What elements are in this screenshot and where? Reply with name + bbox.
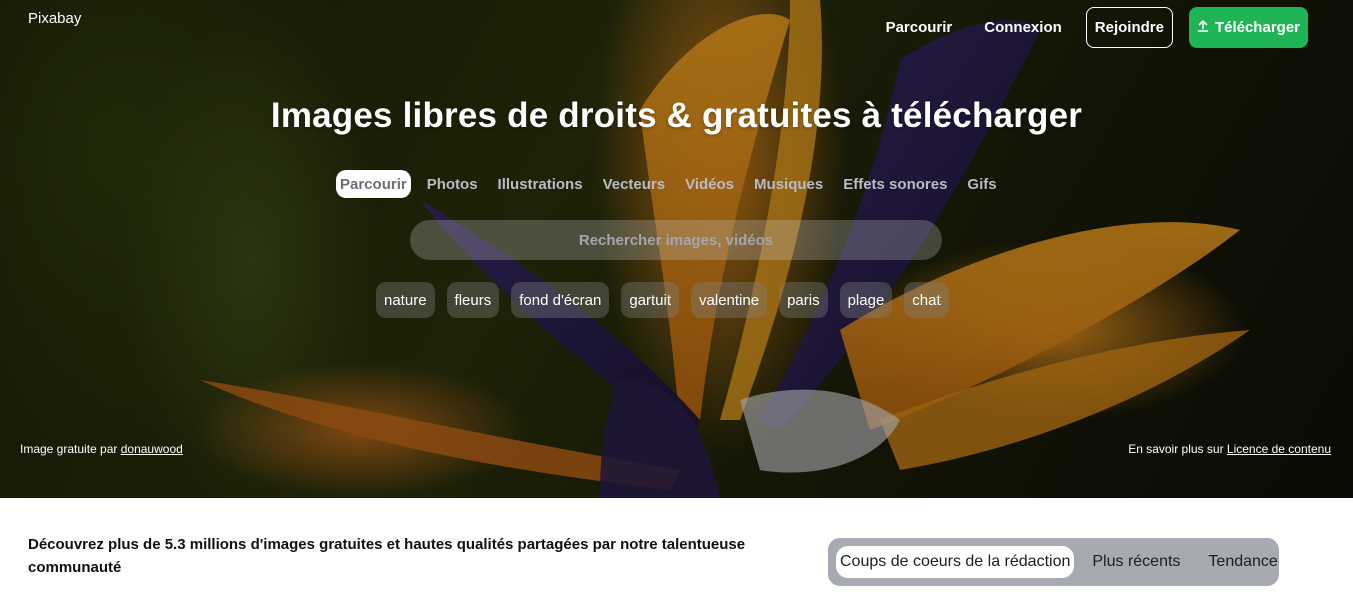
tag-chip[interactable]: fleurs (446, 282, 500, 318)
media-type-tabs: Parcourir Photos Illustrations Vecteurs … (336, 170, 997, 198)
hero-banner: Pixabay Parcourir Connexion Rejoindre Té… (0, 0, 1353, 498)
popular-tags: nature fleurs fond d'écran gartuit valen… (376, 282, 949, 318)
image-credit: Image gratuite par donauwood (20, 442, 183, 456)
search-input[interactable] (410, 220, 942, 260)
nav-login-link[interactable]: Connexion (984, 19, 1062, 36)
tag-chip[interactable]: valentine (691, 282, 768, 318)
tab-sound-effects[interactable]: Effets sonores (843, 176, 947, 193)
sort-latest[interactable]: Plus récents (1088, 553, 1184, 571)
top-nav: Parcourir Connexion Rejoindre Télécharge… (886, 7, 1308, 48)
tag-chip[interactable]: nature (376, 282, 435, 318)
license-info: En savoir plus sur Licence de contenu (1128, 442, 1331, 456)
site-logo[interactable]: Pixabay (28, 10, 81, 27)
join-button[interactable]: Rejoindre (1085, 7, 1173, 48)
upload-arrow-icon (1197, 20, 1209, 35)
sort-trending[interactable]: Tendance (1204, 553, 1281, 571)
hero-title: Images libres de droits & gratuites à té… (270, 96, 1083, 135)
image-author-link[interactable]: donauwood (121, 442, 183, 456)
tab-browse[interactable]: Parcourir (336, 170, 411, 198)
tab-vectors[interactable]: Vecteurs (603, 176, 666, 193)
tag-chip[interactable]: gartuit (621, 282, 680, 318)
upload-button[interactable]: Télécharger (1188, 7, 1308, 48)
sort-editors-choice[interactable]: Coups de coeurs de la rédaction (836, 546, 1075, 578)
tag-chip[interactable]: chat (904, 282, 949, 318)
tab-music[interactable]: Musiques (754, 176, 823, 193)
search-bar (410, 220, 942, 260)
tag-chip[interactable]: paris (779, 282, 828, 318)
upload-button-label: Télécharger (1214, 19, 1300, 36)
community-tagline: Découvrez plus de 5.3 millions d'images … (28, 536, 746, 576)
nav-browse-link[interactable]: Parcourir (886, 19, 953, 36)
join-button-label: Rejoindre (1094, 19, 1164, 36)
image-credit-prefix: Image gratuite par (20, 442, 118, 456)
tab-videos[interactable]: Vidéos (685, 176, 734, 193)
tag-chip[interactable]: fond d'écran (511, 282, 610, 318)
tab-illustrations[interactable]: Illustrations (498, 176, 583, 193)
license-link[interactable]: Licence de contenu (1227, 442, 1331, 456)
tab-gifs[interactable]: Gifs (967, 176, 996, 193)
sort-selector: Coups de coeurs de la rédaction Plus réc… (828, 538, 1279, 586)
tab-photos[interactable]: Photos (427, 176, 478, 193)
tag-chip[interactable]: plage (839, 282, 893, 318)
license-prefix: En savoir plus sur (1128, 442, 1224, 456)
